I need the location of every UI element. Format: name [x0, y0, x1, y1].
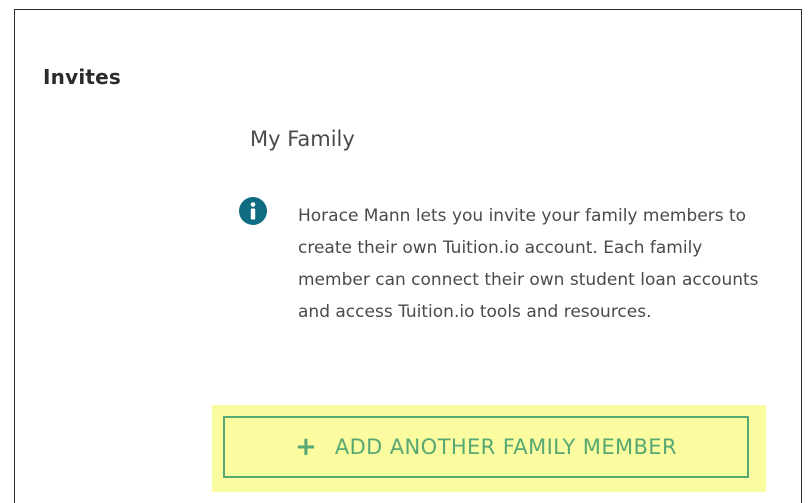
family-invite-description: Horace Mann lets you invite your family …: [298, 206, 759, 322]
invites-panel: Invites My Family Horace Mann lets you i…: [14, 9, 802, 503]
section-title: Invites: [43, 65, 122, 89]
add-family-member-button[interactable]: + ADD ANOTHER FAMILY MEMBER: [223, 416, 749, 478]
my-family-title: My Family: [250, 127, 355, 151]
plus-icon: +: [295, 432, 317, 462]
add-family-member-label: ADD ANOTHER FAMILY MEMBER: [334, 435, 677, 459]
info-circle-icon: [239, 197, 267, 225]
highlight-overlay: + ADD ANOTHER FAMILY MEMBER: [212, 405, 766, 492]
